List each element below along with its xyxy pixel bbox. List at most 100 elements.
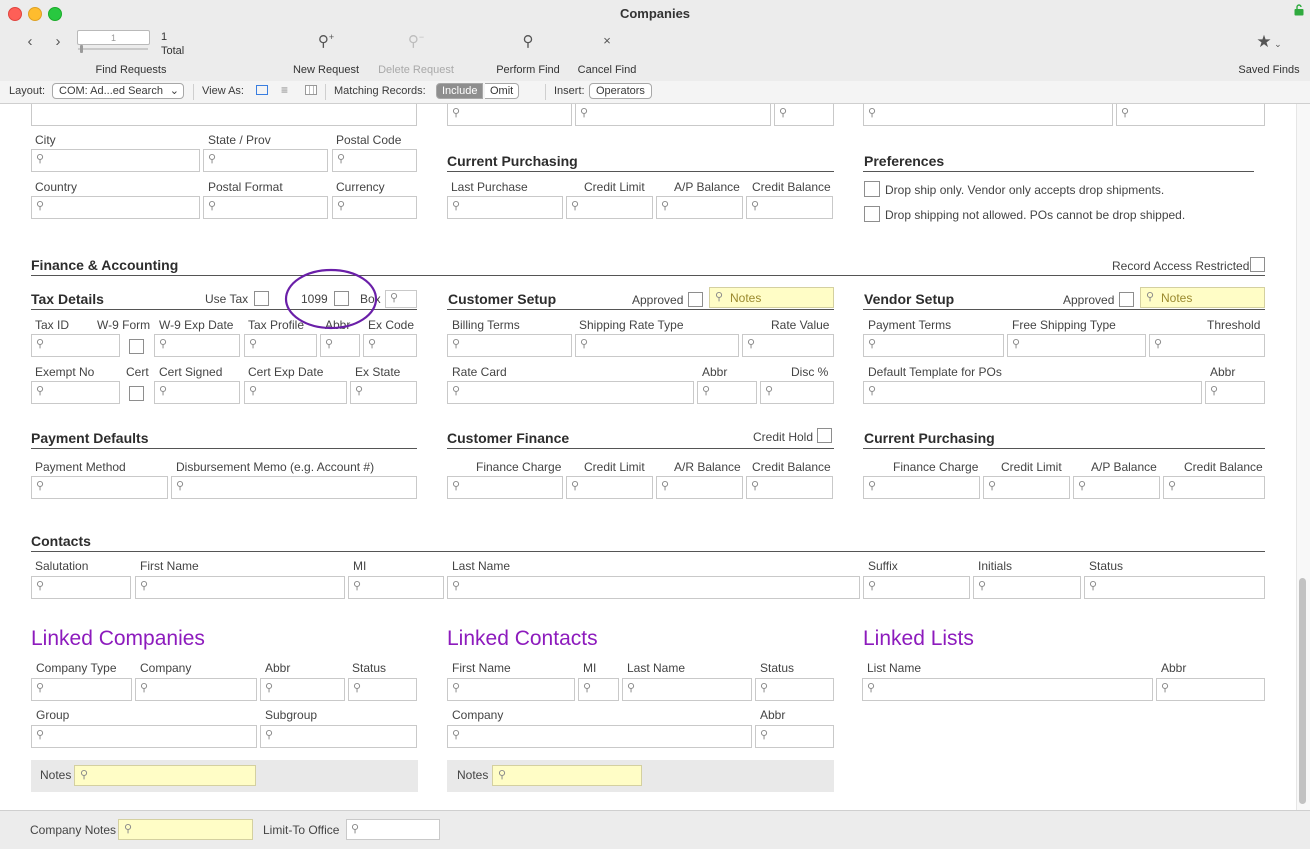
pref-field-2-input[interactable]: ⚲: [1116, 104, 1265, 126]
address-input[interactable]: [31, 104, 417, 126]
state-input[interactable]: ⚲: [203, 149, 328, 172]
lct-mi-input[interactable]: ⚲: [578, 678, 619, 701]
vendor-field-3-input[interactable]: ⚲: [774, 104, 834, 126]
vend-ap-balance-input[interactable]: ⚲: [1073, 476, 1160, 499]
ex-state-input[interactable]: ⚲: [350, 381, 417, 404]
rate-card-abbr-input[interactable]: ⚲: [697, 381, 757, 404]
company-notes-input[interactable]: ⚲: [118, 819, 253, 840]
vendor-field-1-input[interactable]: ⚲: [447, 104, 572, 126]
cust-credit-limit-input[interactable]: ⚲: [566, 476, 653, 499]
drop-ship-not-allowed-checkbox[interactable]: [864, 206, 880, 222]
rate-card-input[interactable]: ⚲: [447, 381, 694, 404]
postal-format-input[interactable]: ⚲: [203, 196, 328, 219]
last-name-input[interactable]: ⚲: [447, 576, 860, 599]
lct-notes-input[interactable]: ⚲: [492, 765, 642, 786]
shipping-rate-type-input[interactable]: ⚲: [575, 334, 739, 357]
credit-limit-input[interactable]: ⚲: [566, 196, 653, 219]
list-view-icon[interactable]: ≡: [281, 83, 288, 97]
mi-input[interactable]: ⚲: [348, 576, 444, 599]
pref-field-1-input[interactable]: ⚲: [863, 104, 1113, 126]
form-view-icon[interactable]: [256, 85, 268, 95]
lc-abbr-input[interactable]: ⚲: [260, 678, 345, 701]
scrollbar-thumb[interactable]: [1299, 578, 1306, 804]
cust-finance-charge-input[interactable]: ⚲: [447, 476, 563, 499]
tax-profile-input[interactable]: ⚲: [244, 334, 317, 357]
credit-balance-input[interactable]: ⚲: [746, 196, 833, 219]
company-input[interactable]: ⚲: [135, 678, 257, 701]
vendor-approved-checkbox[interactable]: [1119, 292, 1134, 307]
city-input[interactable]: ⚲: [31, 149, 200, 172]
cust-credit-balance-input[interactable]: ⚲: [746, 476, 833, 499]
rate-value-input[interactable]: ⚲: [742, 334, 834, 357]
exempt-no-input[interactable]: ⚲: [31, 381, 120, 404]
record-number-input[interactable]: [77, 30, 150, 45]
currency-input[interactable]: ⚲: [332, 196, 417, 219]
vend-credit-balance-input[interactable]: ⚲: [1163, 476, 1265, 499]
last-purchase-input[interactable]: ⚲: [447, 196, 563, 219]
disbursement-memo-input[interactable]: ⚲: [171, 476, 417, 499]
customer-approved-checkbox[interactable]: [688, 292, 703, 307]
country-input[interactable]: ⚲: [31, 196, 200, 219]
table-view-icon[interactable]: [305, 85, 317, 95]
vend-finance-charge-input[interactable]: ⚲: [863, 476, 980, 499]
company-type-input[interactable]: ⚲: [31, 678, 132, 701]
w9-exp-date-input[interactable]: ⚲: [154, 334, 240, 357]
layout-select[interactable]: COM: Ad...ed Search ⌄: [52, 83, 184, 99]
delete-request-button[interactable]: ⚲− Delete Request: [370, 30, 462, 80]
w9-form-checkbox[interactable]: [129, 339, 144, 354]
payment-terms-input[interactable]: ⚲: [863, 334, 1004, 357]
free-shipping-type-input[interactable]: ⚲: [1007, 334, 1146, 357]
previous-record-chevron-left-icon[interactable]: ‹: [22, 33, 38, 50]
lct-company-input[interactable]: ⚲: [447, 725, 752, 748]
lct-last-name-input[interactable]: ⚲: [622, 678, 752, 701]
box-input[interactable]: ⚲: [385, 290, 417, 308]
tax-abbr-input[interactable]: ⚲: [320, 334, 360, 357]
use-tax-checkbox[interactable]: [254, 291, 269, 306]
cert-signed-input[interactable]: ⚲: [154, 381, 240, 404]
omit-toggle[interactable]: Omit: [485, 83, 520, 99]
default-template-input[interactable]: ⚲: [863, 381, 1202, 404]
ar-balance-input[interactable]: ⚲: [656, 476, 743, 499]
cert-exp-date-input[interactable]: ⚲: [244, 381, 347, 404]
saved-finds-button[interactable]: ★ ⌄ Saved Finds: [1232, 30, 1306, 80]
vendor-notes-input[interactable]: ⚲ Notes: [1140, 287, 1265, 308]
include-toggle[interactable]: Include: [436, 83, 484, 99]
initials-input[interactable]: ⚲: [973, 576, 1081, 599]
status-input[interactable]: ⚲: [1084, 576, 1265, 599]
limit-to-office-input[interactable]: ⚲: [346, 819, 440, 840]
list-name-input[interactable]: ⚲: [862, 678, 1153, 701]
vend-credit-limit-input[interactable]: ⚲: [983, 476, 1070, 499]
new-request-button[interactable]: ⚲+ New Request: [286, 30, 366, 80]
record-slider-handle[interactable]: [80, 45, 83, 53]
lc-notes-input[interactable]: ⚲: [74, 765, 256, 786]
ex-code-input[interactable]: ⚲: [363, 334, 417, 357]
perform-find-button[interactable]: ⚲ Perform Find: [488, 30, 568, 80]
ll-abbr-input[interactable]: ⚲: [1156, 678, 1265, 701]
cert-checkbox[interactable]: [129, 386, 144, 401]
vendor-field-2-input[interactable]: ⚲: [575, 104, 771, 126]
record-access-restricted-checkbox[interactable]: [1250, 257, 1265, 272]
threshold-input[interactable]: ⚲: [1149, 334, 1265, 357]
customer-notes-input[interactable]: ⚲ Notes: [709, 287, 834, 308]
suffix-input[interactable]: ⚲: [863, 576, 970, 599]
lc-status-input[interactable]: ⚲: [348, 678, 417, 701]
template-abbr-input[interactable]: ⚲: [1205, 381, 1265, 404]
lct-status-input[interactable]: ⚲: [755, 678, 834, 701]
cancel-find-button[interactable]: × Cancel Find: [570, 30, 644, 80]
billing-terms-input[interactable]: ⚲: [447, 334, 572, 357]
lct-first-name-input[interactable]: ⚲: [447, 678, 575, 701]
lct-abbr-input[interactable]: ⚲: [755, 725, 834, 748]
group-input[interactable]: ⚲: [31, 725, 257, 748]
postal-code-input[interactable]: ⚲: [332, 149, 417, 172]
operators-button[interactable]: Operators: [589, 83, 652, 99]
credit-hold-checkbox[interactable]: [817, 428, 832, 443]
disc-input[interactable]: ⚲: [760, 381, 834, 404]
first-name-input[interactable]: ⚲: [135, 576, 345, 599]
drop-ship-only-checkbox[interactable]: [864, 181, 880, 197]
record-slider-track[interactable]: [78, 48, 148, 50]
subgroup-input[interactable]: ⚲: [260, 725, 417, 748]
next-record-chevron-right-icon[interactable]: ›: [50, 33, 66, 50]
tax-id-input[interactable]: ⚲: [31, 334, 120, 357]
ap-balance-input[interactable]: ⚲: [656, 196, 743, 219]
payment-method-input[interactable]: ⚲: [31, 476, 168, 499]
